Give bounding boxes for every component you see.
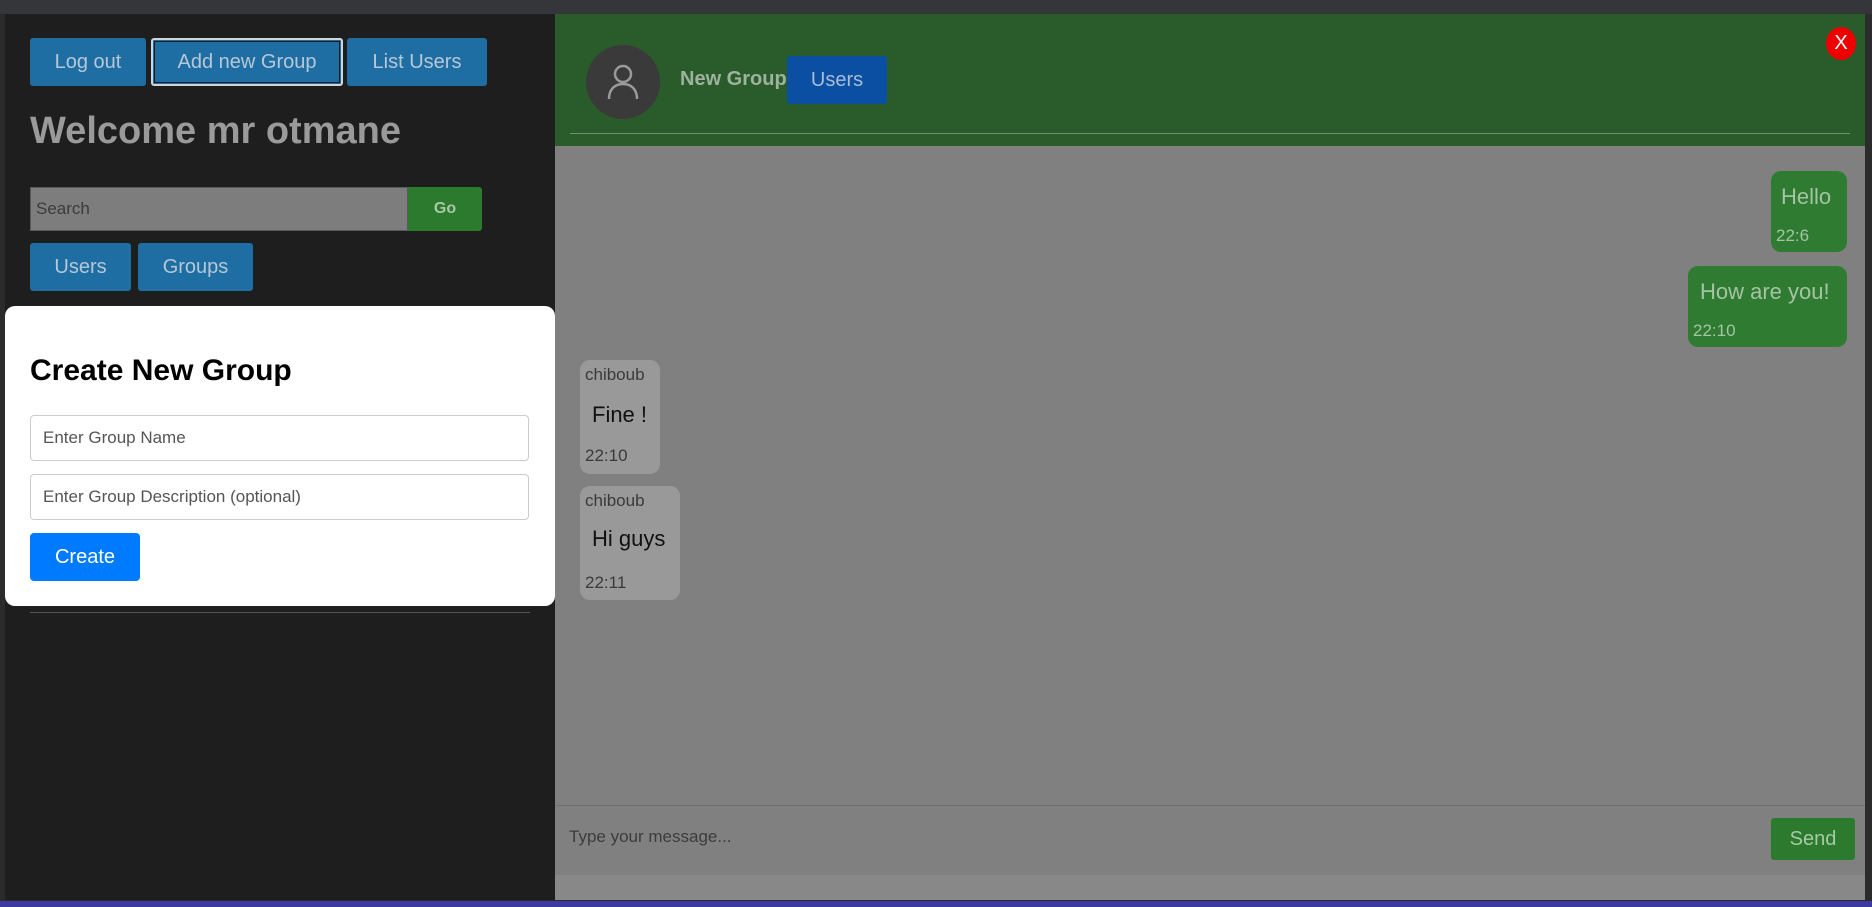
message-text: How are you! (1700, 279, 1830, 304)
message-time: 22:10 (585, 446, 628, 465)
create-group-modal: Create New Group Create (5, 306, 555, 606)
go-button[interactable]: Go (408, 187, 482, 231)
group-users-button[interactable]: Users (787, 56, 887, 104)
message-time: 22:10 (1693, 321, 1736, 340)
message-text: Hello (1781, 184, 1832, 209)
message-bubble: chiboub Hi guys 22:11 (580, 486, 680, 600)
message-text: Hi guys (592, 526, 666, 551)
search-input[interactable] (30, 187, 408, 231)
message-text: Fine ! (592, 402, 648, 427)
message-sender: chiboub (585, 365, 645, 384)
taskbar-strip (0, 901, 1872, 907)
message-input[interactable] (567, 816, 1571, 858)
close-button[interactable]: X (1826, 27, 1856, 60)
header-divider (570, 133, 1850, 134)
user-icon (607, 64, 639, 100)
chat-footer (555, 875, 1865, 900)
message-time: 22:6 (1776, 226, 1810, 245)
welcome-heading: Welcome mr otmane (30, 110, 401, 152)
browser-tab-strip (0, 0, 1872, 14)
add-new-group-button[interactable]: Add new Group (151, 38, 343, 86)
message-composer: Send (555, 805, 1865, 876)
message-sender: chiboub (585, 491, 645, 510)
create-button[interactable]: Create (30, 533, 140, 581)
message-bubble: How are you! 22:10 (1688, 266, 1847, 347)
sidebar-divider (30, 612, 530, 613)
users-tab[interactable]: Users (30, 243, 131, 291)
message-bubble: Hello 22:6 (1771, 171, 1847, 252)
send-button[interactable]: Send (1771, 818, 1855, 860)
message-bubble: chiboub Fine ! 22:10 (580, 360, 660, 474)
group-description-field[interactable] (30, 474, 529, 520)
group-name: New Group (680, 68, 787, 90)
message-time: 22:11 (585, 573, 627, 592)
chat-panel: New Group Users X Hello 22:6 How are you… (555, 14, 1865, 900)
list-users-button[interactable]: List Users (347, 38, 487, 86)
avatar (586, 45, 660, 119)
logout-button[interactable]: Log out (30, 38, 146, 86)
groups-tab[interactable]: Groups (138, 243, 253, 291)
modal-title: Create New Group (30, 354, 292, 387)
group-name-field[interactable] (30, 415, 529, 461)
chat-header: New Group Users X (555, 14, 1865, 146)
